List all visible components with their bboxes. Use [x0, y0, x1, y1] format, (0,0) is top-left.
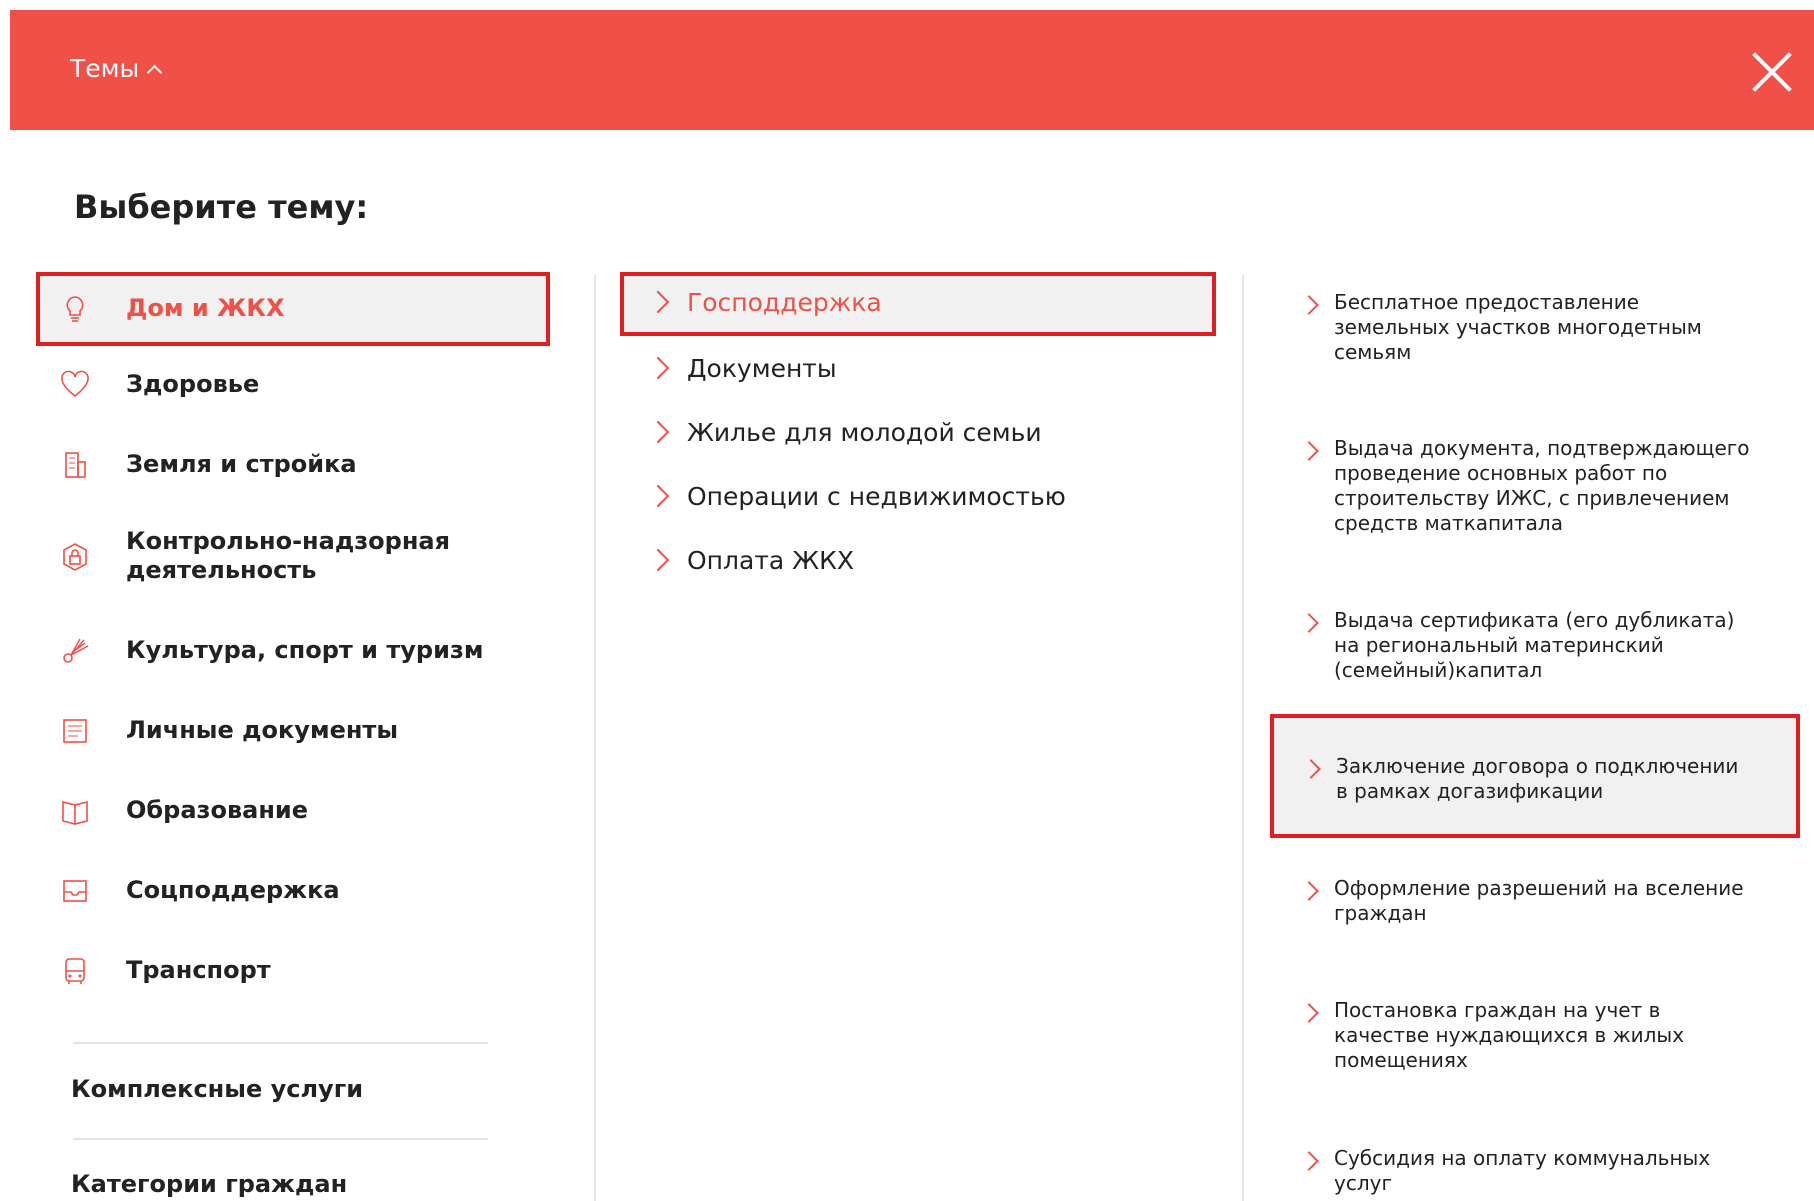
category-item-control[interactable]: Контрольно-надзорная деятельность: [40, 527, 546, 587]
subcategory-item[interactable]: Жилье для молодой семьи: [624, 406, 1212, 462]
category-label: Земля и стройка: [126, 450, 357, 478]
service-item[interactable]: Субсидия на оплату коммунальных услуг: [1272, 1146, 1802, 1201]
citizen-categories-link[interactable]: Категории граждан: [71, 1170, 347, 1198]
category-item-land[interactable]: Земля и стройка: [40, 440, 546, 490]
column-divider: [594, 275, 596, 1201]
chevron-right-icon: [1299, 881, 1319, 901]
category-label: Транспорт: [126, 956, 271, 984]
subcategory-item[interactable]: Господдержка: [620, 272, 1216, 336]
service-item[interactable]: Бесплатное предоставление земельных учас…: [1272, 290, 1802, 370]
category-label: Дом и ЖКХ: [126, 294, 285, 322]
topics-header: Темы: [10, 10, 1814, 130]
inbox-icon: [58, 874, 92, 908]
close-icon[interactable]: [1750, 50, 1794, 94]
chevron-right-icon: [646, 484, 670, 508]
service-label: Субсидия на оплату коммунальных услуг: [1334, 1146, 1711, 1195]
category-item-social[interactable]: Соцподдержка: [40, 866, 546, 916]
service-item[interactable]: Выдача сертификата (его дубликата) на ре…: [1272, 608, 1802, 688]
category-item-home[interactable]: Дом и ЖКХ: [36, 272, 550, 346]
document-icon: [58, 714, 92, 748]
category-label: Здоровье: [126, 370, 260, 398]
category-item-transport[interactable]: Транспорт: [40, 946, 546, 996]
subcategory-label: Жилье для молодой семьи: [687, 418, 1042, 447]
column-divider: [1242, 275, 1244, 1201]
complex-services-link[interactable]: Комплексные услуги: [71, 1075, 363, 1103]
service-label: Бесплатное предоставление земельных учас…: [1334, 290, 1702, 364]
chevron-right-icon: [646, 420, 670, 444]
service-label: Постановка граждан на учет в качестве ну…: [1334, 998, 1685, 1072]
chevron-right-icon: [1299, 295, 1319, 315]
topics-toggle[interactable]: Темы: [70, 54, 163, 83]
category-item-documents[interactable]: Личные документы: [40, 706, 546, 756]
subcategory-label: Оплата ЖКХ: [687, 546, 854, 575]
badge-lock-icon: [58, 540, 92, 574]
service-label: Выдача сертификата (его дубликата) на ре…: [1334, 608, 1735, 682]
subcategory-label: Документы: [687, 354, 837, 383]
book-icon: [58, 794, 92, 828]
chevron-right-icon: [646, 548, 670, 572]
service-label: Оформление разрешений на вселение гражда…: [1334, 876, 1744, 925]
chevron-right-icon: [646, 356, 670, 380]
subcategory-item[interactable]: Операции с недвижимостью: [624, 470, 1212, 526]
subcategory-item[interactable]: Оплата ЖКХ: [624, 534, 1212, 590]
heart-icon: [58, 368, 92, 402]
service-item[interactable]: Оформление разрешений на вселение гражда…: [1272, 876, 1802, 936]
category-label: Личные документы: [126, 716, 399, 744]
divider: [73, 1042, 488, 1044]
page-title: Выберите тему:: [74, 188, 369, 226]
lightbulb-icon: [58, 292, 92, 326]
chevron-right-icon: [1301, 759, 1321, 779]
topics-toggle-label: Темы: [70, 54, 140, 83]
subcategory-label: Операции с недвижимостью: [687, 482, 1066, 511]
chevron-right-icon: [1299, 613, 1319, 633]
subcategory-label: Господдержка: [687, 288, 882, 317]
service-label: Выдача документа, подтверждающего провед…: [1334, 436, 1750, 535]
category-label: Соцподдержка: [126, 876, 340, 904]
service-item[interactable]: Заключение договора о подключении в рамк…: [1270, 714, 1800, 838]
chevron-up-icon: [146, 64, 163, 81]
category-label: Контрольно-надзорная деятельность: [126, 527, 451, 584]
service-item[interactable]: Выдача документа, подтверждающего провед…: [1272, 436, 1802, 541]
service-label: Заключение договора о подключении в рамк…: [1336, 754, 1739, 803]
subcategory-item[interactable]: Документы: [624, 342, 1212, 398]
shuttlecock-icon: [58, 634, 92, 668]
category-label: Образование: [126, 796, 309, 824]
bus-icon: [58, 954, 92, 988]
category-item-education[interactable]: Образование: [40, 786, 546, 836]
category-item-health[interactable]: Здоровье: [40, 360, 546, 410]
building-icon: [58, 448, 92, 482]
category-item-culture[interactable]: Культура, спорт и туризм: [40, 626, 546, 676]
chevron-right-icon: [1299, 1151, 1319, 1171]
chevron-right-icon: [646, 290, 670, 314]
chevron-right-icon: [1299, 441, 1319, 461]
divider: [73, 1138, 488, 1140]
service-item[interactable]: Постановка граждан на учет в качестве ну…: [1272, 998, 1802, 1078]
chevron-right-icon: [1299, 1003, 1319, 1023]
category-label: Культура, спорт и туризм: [126, 636, 484, 664]
